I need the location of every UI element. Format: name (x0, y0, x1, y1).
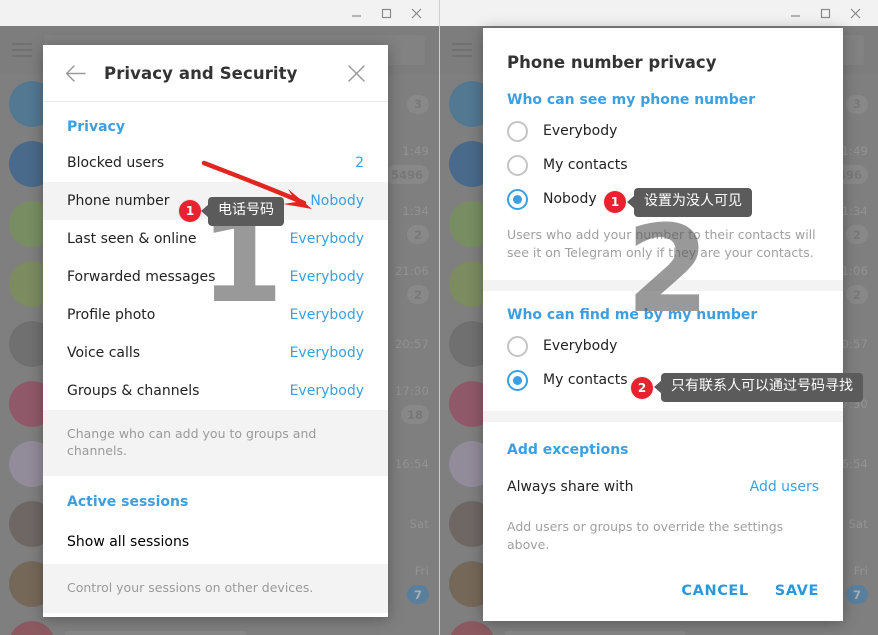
dialog-actions: CANCEL SAVE (483, 583, 843, 621)
privacy-row-value: Nobody (310, 193, 364, 209)
page-title: Privacy and Security (104, 63, 298, 83)
who-can-see-option-my-contacts[interactable]: My contacts (483, 148, 843, 182)
dialog-body: Privacy Blocked users 2 Phone number Nobody… (43, 102, 388, 617)
radio-button[interactable] (507, 369, 528, 391)
exceptions-description: Add users or groups to override the sett… (507, 519, 784, 553)
privacy-row-value: Everybody (289, 231, 364, 247)
section-privacy-title: Privacy (67, 119, 125, 135)
hint-groups: Change who can add you to groups and cha… (43, 410, 388, 476)
telegram-window-right: 31:494961:34221:06220:5717:3016:54SatFri… (439, 0, 878, 635)
dialog-header: Privacy and Security (43, 45, 388, 102)
privacy-row-voice-calls[interactable]: Voice calls Everybody (43, 334, 388, 372)
privacy-row-label: Phone number (67, 193, 170, 209)
cancel-button[interactable]: CANCEL (681, 583, 748, 599)
annotation-badge-1: 1 (604, 191, 626, 213)
radio-button[interactable] (507, 120, 528, 142)
titlebar-right (440, 0, 878, 26)
active-sessions-link[interactable]: Active sessions (43, 476, 388, 520)
privacy-row-label: Profile photo (67, 307, 156, 323)
privacy-row-label: Groups & channels (67, 383, 200, 399)
always-share-with-row: Always share with Add users (483, 470, 843, 504)
add-exceptions-title[interactable]: Add exceptions (483, 422, 843, 464)
annotation-tooltip-1: 设置为没人可见 (634, 188, 752, 217)
annotation-badge-1: 1 (179, 200, 201, 222)
group-see-title: Who can see my phone number (507, 92, 756, 108)
privacy-row-value: Everybody (289, 307, 364, 323)
radio-label: My contacts (543, 157, 628, 173)
minimize-icon[interactable] (341, 1, 371, 25)
who-can-see-option-everybody[interactable]: Everybody (483, 114, 843, 148)
titlebar-left (0, 0, 439, 26)
privacy-row-value: Everybody (289, 345, 364, 361)
telegram-window-left: 31:4954961:34221:06220:5717:301816:54Sat… (0, 0, 439, 635)
section-divider (483, 411, 843, 423)
back-arrow-icon[interactable] (57, 55, 93, 91)
minimize-icon[interactable] (780, 1, 810, 25)
close-icon[interactable] (401, 1, 431, 25)
privacy-row-value: 2 (355, 155, 364, 171)
radio-button[interactable] (507, 188, 528, 210)
maximize-icon[interactable] (371, 1, 401, 25)
annotation-tooltip-2: 只有联系人可以通过号码寻找 (661, 373, 863, 402)
screen: 31:4954961:34221:06220:5717:301816:54Sat… (0, 0, 878, 635)
close-icon[interactable] (338, 55, 374, 91)
privacy-row-value: Everybody (289, 383, 364, 399)
radio-label: Nobody (543, 191, 597, 207)
hint-sessions: Control your sessions on other devices. (43, 563, 388, 613)
step-number-watermark: 2 (626, 201, 710, 340)
show-all-sessions-link[interactable]: Show all sessions (43, 520, 388, 564)
radio-label: My contacts (543, 372, 628, 389)
radio-button[interactable] (507, 335, 528, 357)
close-icon[interactable] (840, 1, 870, 25)
privacy-row-label: Blocked users (67, 155, 165, 171)
privacy-row-label: Last seen & online (67, 231, 197, 247)
maximize-icon[interactable] (810, 1, 840, 25)
always-share-with-label: Always share with (507, 479, 634, 496)
step-number-watermark: 1 (200, 191, 284, 330)
privacy-row-label: Forwarded messages (67, 269, 216, 285)
radio-label: Everybody (543, 123, 618, 139)
privacy-row-value: Everybody (289, 269, 364, 285)
privacy-row-blocked-users[interactable]: Blocked users 2 (43, 144, 388, 182)
annotation-badge-2: 2 (631, 377, 653, 399)
privacy-and-security-dialog: Privacy and Security Privacy Blocked use… (43, 45, 388, 617)
privacy-row-label: Voice calls (67, 345, 141, 361)
dialog-title: Phone number privacy (507, 53, 717, 72)
radio-button[interactable] (507, 154, 528, 176)
radio-label: Everybody (543, 338, 618, 355)
privacy-row-groups-channels[interactable]: Groups & channels Everybody (43, 372, 388, 410)
save-button[interactable]: SAVE (775, 583, 819, 599)
annotation-tooltip-1: 电话号码 (208, 197, 284, 226)
add-users-button[interactable]: Add users (750, 479, 819, 495)
